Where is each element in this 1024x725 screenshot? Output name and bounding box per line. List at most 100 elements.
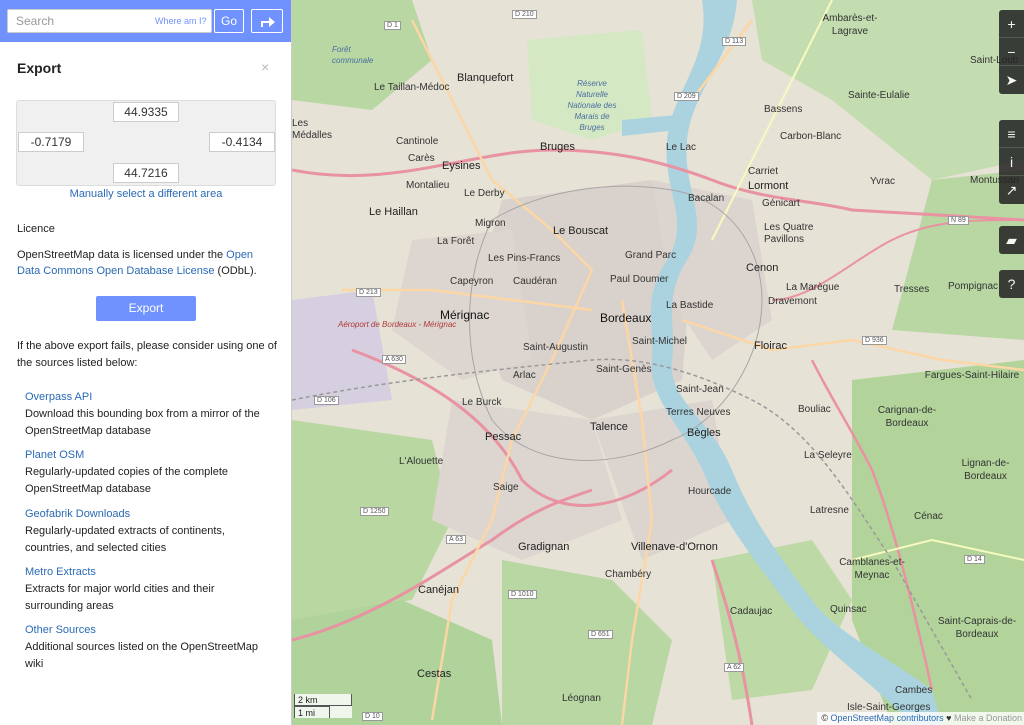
- east-coordinate-input[interactable]: -0.4134: [209, 132, 275, 152]
- map-label-saige: Saige: [493, 482, 519, 493]
- road-shield: D 1: [384, 21, 401, 30]
- map-label-le-derby: Le Derby: [464, 188, 505, 199]
- source-description: Extracts for major world cities and thei…: [25, 583, 215, 612]
- overpass-api-link[interactable]: Overpass API: [25, 389, 275, 405]
- road-shield: N 89: [948, 216, 969, 225]
- map-label-cauderan: Caudéran: [513, 276, 557, 287]
- source-planet-osm: Planet OSM Regularly-updated copies of t…: [25, 447, 275, 498]
- road-shield: D 106: [314, 396, 339, 405]
- map-label-la-bastide: La Bastide: [666, 300, 714, 311]
- licence-text: OpenStreetMap data is licensed under the…: [17, 247, 277, 279]
- source-description: Additional sources listed on the OpenStr…: [25, 641, 258, 670]
- where-am-i-link[interactable]: Where am I?: [155, 16, 207, 26]
- help-button[interactable]: ?: [999, 270, 1024, 298]
- copyright-symbol: ©: [821, 713, 831, 723]
- map-label-quinsac: Quinsac: [830, 604, 867, 615]
- donate-link[interactable]: Make a Donation: [954, 713, 1022, 723]
- north-coordinate-input[interactable]: 44.9335: [113, 102, 179, 122]
- map-label-talence: Talence: [590, 421, 628, 433]
- geofabrik-downloads-link[interactable]: Geofabrik Downloads: [25, 506, 275, 522]
- source-metro-extracts: Metro Extracts Extracts for major world …: [25, 564, 275, 615]
- layers-button[interactable]: ≡: [999, 120, 1024, 148]
- map-label-yvrac: Yvrac: [870, 176, 896, 187]
- zoom-controls: + − ➤: [999, 10, 1024, 94]
- map-label-la-seleyre: La Seleyre: [804, 450, 852, 461]
- map-label-fargues: Fargues-Saint-Hilaire: [924, 370, 1020, 381]
- map-label-genicart: Génicart: [762, 198, 800, 209]
- close-icon[interactable]: ×: [261, 59, 269, 75]
- scale-mi: 1 mi: [294, 706, 330, 718]
- source-geofabrik: Geofabrik Downloads Regularly-updated ex…: [25, 506, 275, 557]
- go-button[interactable]: Go: [214, 9, 244, 33]
- map-label-pessac: Pessac: [485, 431, 522, 443]
- source-overpass: Overpass API Download this bounding box …: [25, 389, 275, 440]
- map-label-cenon: Cenon: [746, 262, 779, 274]
- road-shield: A 62: [724, 663, 745, 672]
- directions-button[interactable]: [251, 9, 283, 33]
- metro-extracts-link[interactable]: Metro Extracts: [25, 564, 275, 580]
- source-description: Regularly-updated copies of the complete…: [25, 466, 229, 495]
- map-label-saint-michel: Saint-Michel: [632, 336, 688, 347]
- map-label-leognan: Léognan: [562, 693, 601, 704]
- map-label-lignan: Lignan-de-Bordeaux: [961, 458, 1010, 482]
- map-label-tresses: Tresses: [894, 284, 930, 295]
- map-label-cadaujac: Cadaujac: [730, 606, 773, 617]
- search-bar: Where am I? Go: [0, 0, 291, 42]
- licence-text-after: (ODbL).: [214, 265, 257, 277]
- map-label-grand-parc: Grand Parc: [625, 250, 677, 261]
- map-label-arlac: Arlac: [513, 370, 536, 381]
- map-label-montalieu: Montalieu: [406, 180, 450, 191]
- road-shield: D 1010: [508, 590, 537, 599]
- map-label-camblanes: Camblanes-et-Meynac: [839, 557, 905, 581]
- export-title: Export: [17, 60, 62, 76]
- map-label-les-quatre-pavillons: Les Quatre Pavillons: [764, 222, 814, 245]
- share-button[interactable]: ↗: [999, 176, 1024, 204]
- map-label-les-pins-francs: Les Pins-Francs: [488, 253, 561, 264]
- south-coordinate-input[interactable]: 44.7216: [113, 163, 179, 183]
- map-label-migron: Migron: [475, 218, 506, 229]
- zoom-in-button[interactable]: +: [999, 10, 1024, 38]
- road-shield: D 936: [862, 336, 887, 345]
- licence-text-before: OpenStreetMap data is licensed under the: [17, 249, 227, 261]
- manual-select-area-link[interactable]: Manually select a different area: [16, 188, 276, 200]
- road-shield: D 113: [722, 37, 747, 46]
- road-shield: D 210: [512, 10, 537, 19]
- map-label-cestas: Cestas: [417, 668, 452, 680]
- export-button[interactable]: Export: [96, 296, 196, 321]
- map-label-canejan: Canéjan: [418, 584, 459, 596]
- map-label-saint-augustin: Saint-Augustin: [523, 342, 589, 353]
- map-label-saint-genes: Saint-Genès: [596, 364, 652, 375]
- locate-button[interactable]: ➤: [999, 66, 1024, 94]
- map-label-le-lac: Le Lac: [666, 142, 697, 153]
- road-shield: D 10: [362, 712, 383, 721]
- directions-icon: [261, 17, 275, 27]
- west-coordinate-input[interactable]: -0.7179: [18, 132, 84, 152]
- road-shield: D 213: [356, 288, 381, 297]
- planet-osm-link[interactable]: Planet OSM: [25, 447, 275, 463]
- road-shield: D 651: [588, 630, 613, 639]
- map-key-button[interactable]: i: [999, 148, 1024, 176]
- other-sources-link[interactable]: Other Sources: [25, 622, 275, 638]
- map-label-la-maregue: La Marègue: [786, 282, 840, 293]
- source-description: Regularly-updated extracts of continents…: [25, 525, 225, 554]
- add-note-button[interactable]: ▰: [999, 226, 1024, 254]
- heart-icon: ♥: [943, 713, 954, 723]
- map-label-le-haillan: Le Haillan: [369, 206, 418, 218]
- map-canvas[interactable]: Bordeaux Blanquefort Le Taillan-Médoc Br…: [292, 0, 1024, 725]
- map-label-chambery: Chambéry: [605, 569, 652, 580]
- contributors-link[interactable]: OpenStreetMap contributors: [831, 713, 944, 723]
- map-label-gradignan: Gradignan: [518, 541, 570, 553]
- road-shield: A 63: [446, 535, 467, 544]
- map-label-le-burck: Le Burck: [462, 397, 502, 408]
- road-shield: D 1250: [360, 507, 389, 516]
- zoom-out-button[interactable]: −: [999, 38, 1024, 66]
- map-label-latresne: Latresne: [810, 505, 849, 516]
- map-label-la-foret: La Forêt: [437, 236, 475, 247]
- map-label-le-taillan: Le Taillan-Médoc: [374, 82, 450, 93]
- map-label-medalles: Médalles: [292, 130, 333, 141]
- map-label-cantinole: Cantinole: [396, 136, 439, 147]
- map-label-paul-doumer: Paul Doumer: [610, 274, 669, 285]
- map-label-carriet: Carriet: [748, 166, 779, 177]
- map-label-le-bouscat: Le Bouscat: [553, 225, 609, 237]
- scale-km: 2 km: [294, 694, 352, 706]
